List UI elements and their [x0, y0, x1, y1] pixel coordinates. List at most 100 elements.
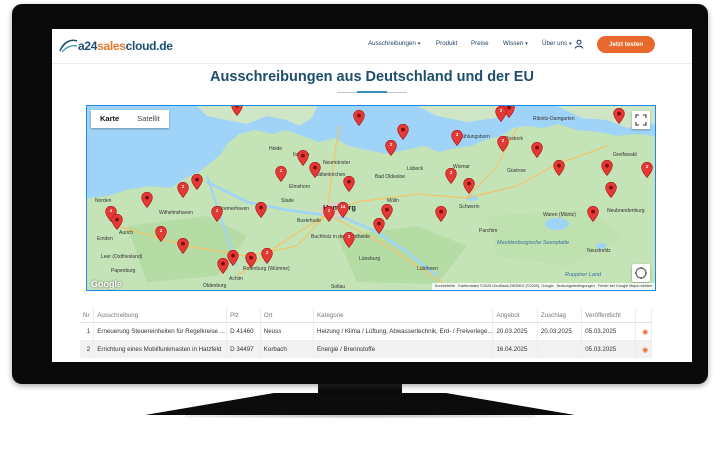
- map-type-satellit[interactable]: Satellit: [128, 110, 169, 128]
- map-pin-icon[interactable]: 2: [497, 135, 509, 152]
- map-pin-icon[interactable]: [463, 177, 475, 194]
- col-veroeffentlicht[interactable]: Veröffentlicht: [581, 308, 637, 323]
- tenders-table: Nr Ausschreibung Plz Ort Kategorie Angeb…: [80, 308, 652, 358]
- map-pin-icon[interactable]: 2: [323, 205, 335, 222]
- map-pin-icon[interactable]: [191, 173, 203, 190]
- nav-ueber-uns-label: Über uns: [542, 40, 568, 47]
- nav-ausschreibungen[interactable]: Ausschreibungen ▾: [368, 40, 420, 47]
- place-label: Achim: [229, 276, 243, 282]
- map-pin-icon[interactable]: 2: [641, 161, 653, 178]
- map-pin-icon[interactable]: [177, 237, 189, 254]
- col-kategorie[interactable]: Kategorie: [313, 308, 494, 323]
- map-pin-icon[interactable]: 2: [155, 225, 167, 242]
- attrib-shortcuts[interactable]: Kurzbefehle: [435, 284, 455, 288]
- nav-produkt[interactable]: Produkt: [436, 40, 457, 47]
- map-pin-icon[interactable]: [353, 109, 365, 126]
- cell-title[interactable]: Erneuerung Steuereinheiten für Regelkrei…: [93, 322, 228, 341]
- cta-button[interactable]: Jetzt testen: [597, 36, 655, 53]
- map-pin-count: 2: [279, 168, 283, 173]
- map-pin-icon[interactable]: [255, 201, 267, 218]
- map-pin-icon[interactable]: [231, 106, 243, 116]
- map-pin-icon[interactable]: 3: [451, 129, 463, 146]
- place-label: Kühlungsborn: [459, 134, 490, 140]
- map-pin-icon[interactable]: 2: [495, 106, 507, 122]
- map-pin-count: 3: [449, 170, 453, 175]
- col-ausschreibung[interactable]: Ausschreibung: [93, 308, 228, 323]
- nav-preise[interactable]: Preise: [471, 40, 489, 47]
- place-label: Schwerin: [459, 204, 480, 210]
- street-view-icon: [635, 267, 647, 279]
- map-pin-icon[interactable]: 2: [385, 139, 397, 156]
- attrib-report[interactable]: Fehler bei Google Maps melden: [598, 284, 652, 288]
- place-label: Neubrandenburg: [607, 208, 645, 214]
- map-terrain: [87, 106, 655, 290]
- col-ort[interactable]: Ort: [260, 308, 315, 323]
- nav-wissen[interactable]: Wissen ▾: [503, 40, 528, 47]
- logo-text-cloud: cloud.de: [125, 39, 173, 53]
- cell-view[interactable]: ◉: [635, 340, 652, 358]
- eye-icon[interactable]: ◉: [642, 347, 648, 354]
- col-nr[interactable]: Nr: [80, 308, 95, 323]
- map-pin-icon[interactable]: [111, 213, 123, 230]
- map-pin-count: 2: [645, 164, 649, 169]
- map-pin-count: 2: [265, 250, 269, 255]
- map-pin-icon[interactable]: [531, 141, 543, 158]
- attrib-terms[interactable]: Nutzungsbedingungen: [557, 284, 595, 288]
- place-label: Lüneburg: [359, 256, 381, 262]
- col-angebot[interactable]: Angebot: [492, 308, 538, 323]
- map-pin-icon[interactable]: [141, 191, 153, 208]
- map-pin-icon[interactable]: [435, 205, 447, 222]
- map-pin-icon[interactable]: [613, 107, 625, 124]
- cell-ort: Neuss: [260, 322, 315, 341]
- map-pin-icon[interactable]: [297, 149, 309, 166]
- map-pin-icon[interactable]: 3: [445, 167, 457, 184]
- logo-text: a24salescloud.de: [78, 39, 173, 53]
- table-row[interactable]: 1 Erneuerung Steuereinheiten für Regelkr…: [80, 322, 652, 341]
- map-pin-icon[interactable]: [601, 159, 613, 176]
- map-pin-icon[interactable]: 2: [275, 165, 287, 182]
- map-pin-icon[interactable]: [605, 181, 617, 198]
- logo-text-a24: a24: [78, 39, 98, 53]
- pegman-button[interactable]: [632, 264, 650, 282]
- map-pin-count: 4: [109, 208, 113, 213]
- user-icon[interactable]: [574, 39, 584, 49]
- map-pin-count: 2: [327, 208, 331, 213]
- map-pin-icon[interactable]: 2: [343, 231, 355, 248]
- map-pin-icon[interactable]: 14: [337, 201, 349, 218]
- place-label: Mecklenburgische Seenplatte: [497, 240, 570, 246]
- cell-view[interactable]: ◉: [635, 322, 652, 341]
- site-header: a24salescloud.de Ausschreibungen ▾ Produk…: [52, 29, 692, 64]
- map-pin-icon[interactable]: 2: [261, 247, 273, 264]
- map-pin-icon[interactable]: [373, 217, 385, 234]
- map-type-karte[interactable]: Karte: [91, 110, 128, 128]
- col-plz[interactable]: Plz: [226, 308, 261, 323]
- col-zuschlag[interactable]: Zuschlag: [537, 308, 583, 323]
- map-pin-icon[interactable]: 2: [177, 181, 189, 198]
- map-pin-icon[interactable]: [227, 249, 239, 266]
- map[interactable]: Hamburg Schwerin Rostock Bremerhaven Old…: [86, 105, 656, 291]
- table-row[interactable]: 2 Errichtung eines Mobilfunkmasten in Ha…: [80, 340, 652, 358]
- map-pin-icon[interactable]: [309, 161, 321, 178]
- logo[interactable]: a24salescloud.de: [58, 37, 173, 55]
- map-pin-icon[interactable]: [381, 203, 393, 220]
- cell-title[interactable]: Errichtung eines Mobilfunkmasten in Hatz…: [93, 340, 228, 358]
- map-pin-count: 14: [340, 204, 346, 209]
- place-label: Norden: [95, 198, 112, 204]
- eye-icon[interactable]: ◉: [642, 329, 648, 336]
- fullscreen-button[interactable]: [632, 111, 650, 129]
- cell-zuschlag: [537, 340, 583, 358]
- cell-angebot: 16.04.2025: [492, 340, 538, 358]
- nav-ueber-uns[interactable]: Über uns ▾: [542, 40, 572, 47]
- map-pin-icon[interactable]: [245, 251, 257, 268]
- map-pin-icon[interactable]: 2: [211, 205, 223, 222]
- map-pin-icon[interactable]: [587, 205, 599, 222]
- monitor-frame: a24salescloud.de Ausschreibungen ▾ Produk…: [12, 4, 708, 384]
- place-label: Bremerhaven: [219, 206, 250, 212]
- map-pin-icon[interactable]: [397, 123, 409, 140]
- map-pin-icon[interactable]: [553, 159, 565, 176]
- map-pin-icon[interactable]: [343, 175, 355, 192]
- map-pin-count: 2: [347, 234, 351, 239]
- chevron-down-icon: ▾: [417, 41, 421, 47]
- cell-nr: 1: [80, 322, 95, 341]
- place-label: Neustrelitz: [587, 248, 611, 254]
